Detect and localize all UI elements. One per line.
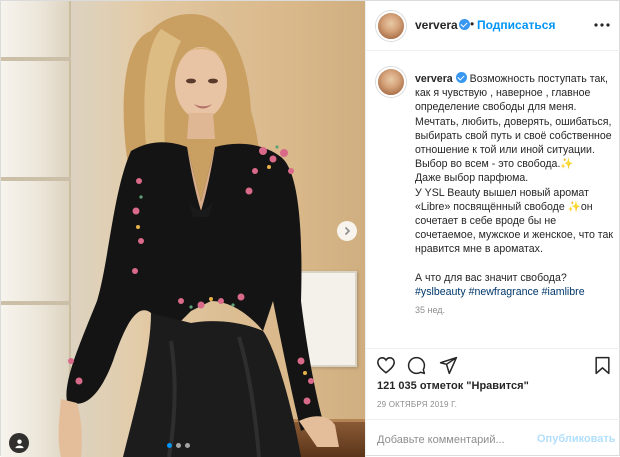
heart-icon xyxy=(377,357,395,374)
carousel-dot-active xyxy=(167,443,172,448)
username-link[interactable]: ververa xyxy=(415,18,458,32)
next-arrow-icon xyxy=(344,226,351,236)
post-dialog: ververa • Подписаться ververa Возможност… xyxy=(0,0,620,457)
post-caption: ververa Возможность поступать так, как я… xyxy=(376,67,616,347)
verified-icon xyxy=(459,19,470,30)
carousel-dot xyxy=(176,443,181,448)
post-side-panel: ververa • Подписаться ververa Возможност… xyxy=(365,1,620,457)
save-button[interactable] xyxy=(590,353,614,377)
share-button[interactable] xyxy=(436,353,460,377)
more-icon xyxy=(594,23,610,27)
next-slide-button[interactable] xyxy=(337,221,357,241)
action-bar xyxy=(366,348,620,382)
caption-body: Возможность поступать так, как я чувству… xyxy=(415,73,614,284)
verified-icon xyxy=(455,72,467,83)
post-photo[interactable] xyxy=(1,1,365,457)
avatar[interactable] xyxy=(376,11,406,41)
caption-time: 35 нед. xyxy=(415,305,446,316)
carousel-dot xyxy=(185,443,190,448)
like-button[interactable] xyxy=(374,353,398,377)
woman-figure xyxy=(58,13,339,457)
comment-icon xyxy=(407,356,425,374)
comment-input[interactable] xyxy=(377,432,537,448)
share-icon xyxy=(439,356,457,374)
post-date[interactable]: 29 ОКТЯБРЯ 2019 Г. xyxy=(377,400,457,409)
tag-user-icon xyxy=(14,438,24,448)
likes-count[interactable]: 121 035 отметок "Нравится" xyxy=(377,380,529,392)
comment-button[interactable] xyxy=(404,353,428,377)
tag-user-button[interactable] xyxy=(9,433,29,453)
caption-username[interactable]: ververa xyxy=(415,73,453,85)
caption-hashtags[interactable]: #yslbeauty #newfragrance #iamlibre xyxy=(415,286,585,298)
carousel-dots xyxy=(167,443,190,448)
bookmark-icon xyxy=(594,356,610,374)
comment-box: Опубликовать xyxy=(366,419,620,457)
follow-button[interactable]: Подписаться xyxy=(477,18,555,32)
more-options-button[interactable] xyxy=(590,13,614,37)
publish-button[interactable]: Опубликовать xyxy=(537,433,616,445)
separator-dot: • xyxy=(470,17,475,31)
caption-avatar[interactable] xyxy=(376,67,406,97)
caption-text: ververa Возможность поступать так, как я… xyxy=(415,72,619,317)
post-header: ververa • Подписаться xyxy=(366,1,620,51)
